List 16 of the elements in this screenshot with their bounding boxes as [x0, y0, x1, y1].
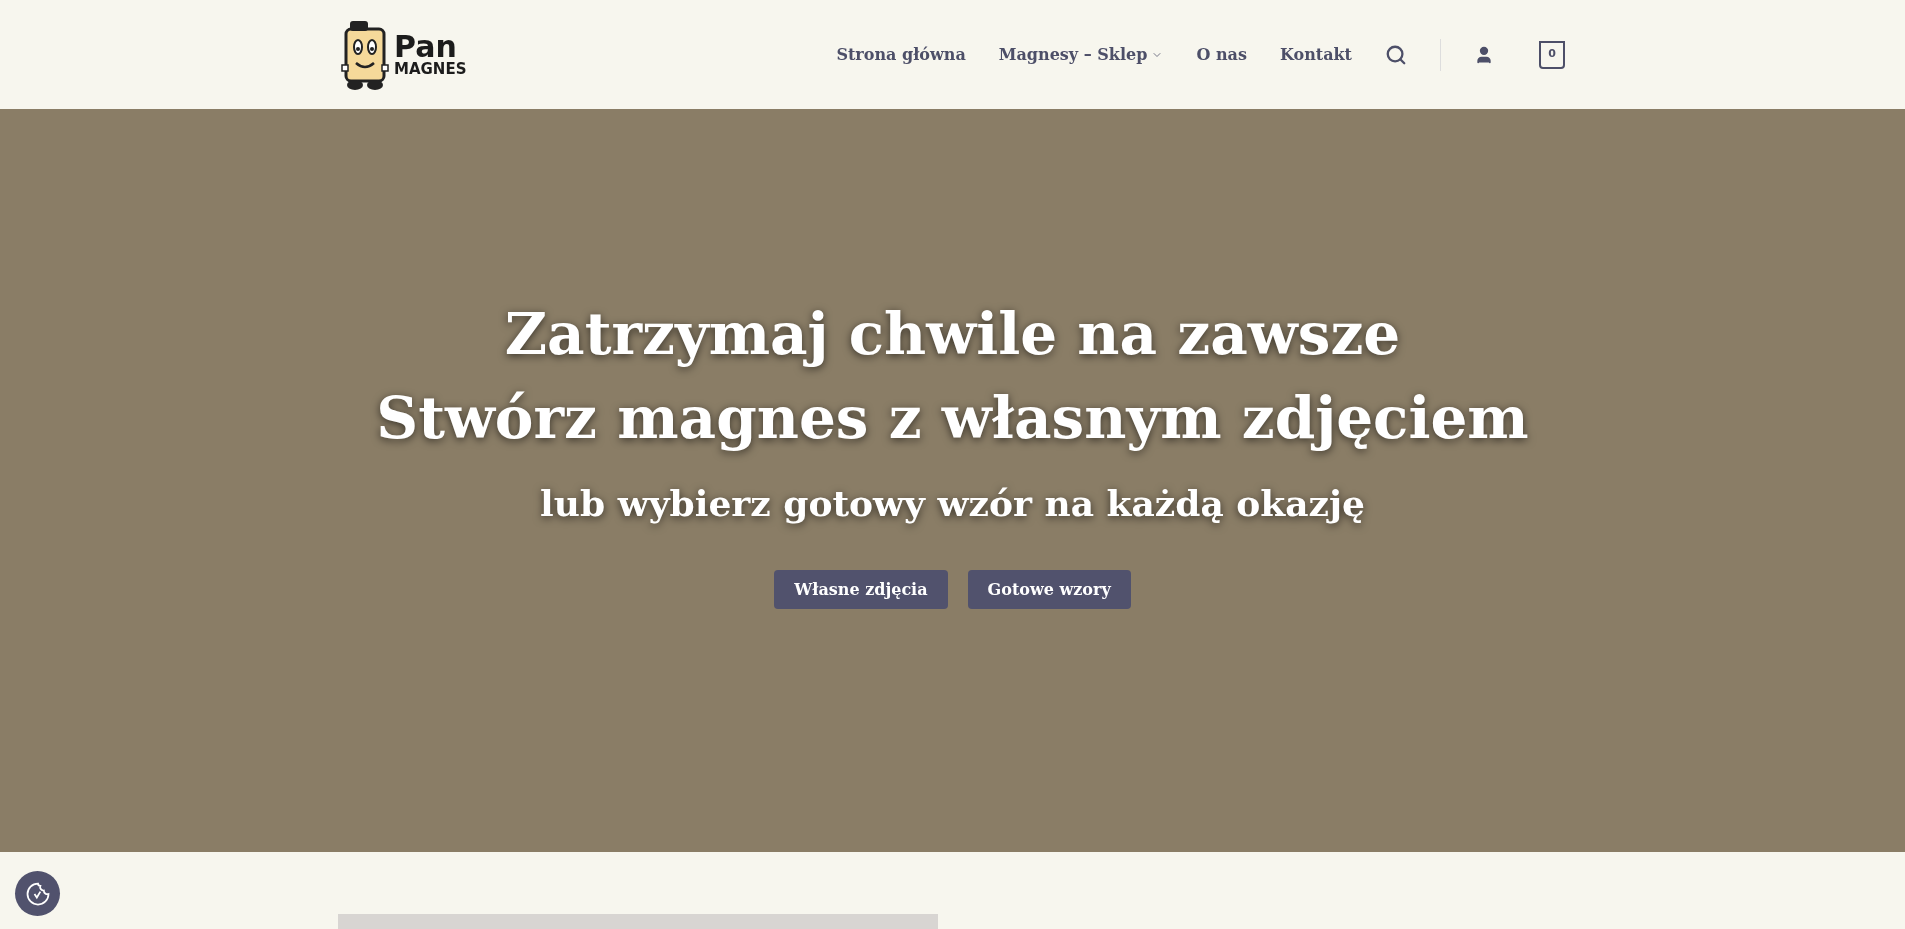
cart-button[interactable]: 0	[1539, 40, 1565, 69]
logo-mascot-icon	[340, 18, 390, 91]
hero-title: Stwórz magnes z własnym zdjęciem	[376, 383, 1529, 454]
hero-button[interactable]: Gotowe wzory	[967, 570, 1131, 610]
hero-button[interactable]: Własne zdjęcia	[774, 570, 948, 610]
hero-subtitle: lub wybierz gotowy wzór na każdą okazję	[540, 481, 1365, 527]
nav-link[interactable]: Magnesy – Sklep	[998, 42, 1164, 67]
nav-link[interactable]: O nas	[1196, 42, 1247, 67]
logo-subtitle: MAGNES	[394, 62, 467, 77]
hero-title: Zatrzymaj chwile na zawsze	[504, 298, 1401, 370]
account-icon[interactable]	[1474, 44, 1494, 65]
cookie-settings-button[interactable]	[15, 871, 60, 916]
logo-wordmark: Pan	[394, 32, 457, 62]
nav-link[interactable]: Kontakt	[1279, 42, 1352, 67]
nav-link[interactable]: Strona główna	[836, 42, 966, 67]
search-icon[interactable]	[1385, 43, 1407, 66]
